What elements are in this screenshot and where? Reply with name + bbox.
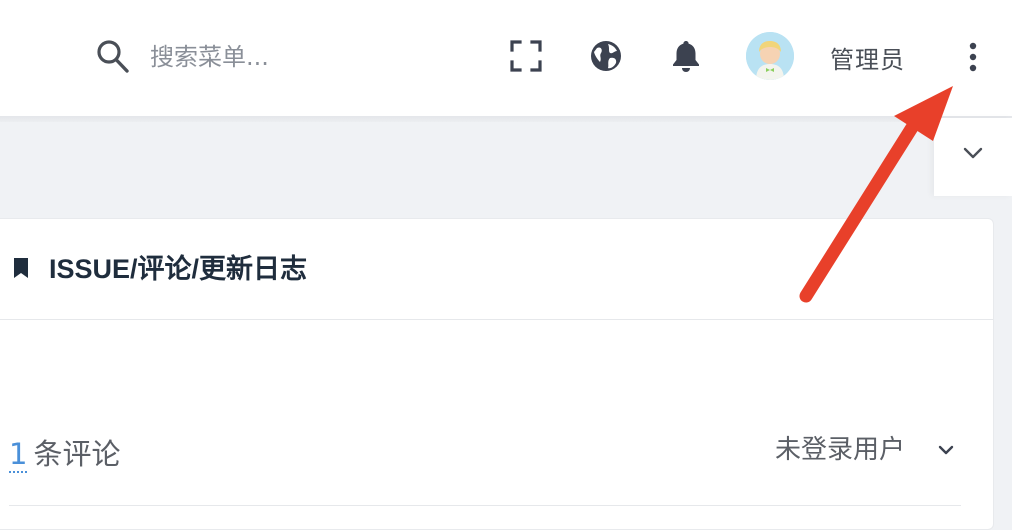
comments-divider <box>9 505 961 506</box>
top-header: 管理员 <box>0 0 1012 116</box>
globe-icon[interactable] <box>588 38 624 74</box>
chevron-down-icon <box>963 147 983 159</box>
comment-count-link[interactable]: 1 <box>9 437 28 473</box>
avatar-image <box>746 32 794 80</box>
tabs-bar <box>0 122 934 194</box>
changelog-card: ISSUE/评论/更新日志 1 条评论 未登录用户 <box>0 218 994 530</box>
card-header: ISSUE/评论/更新日志 <box>0 219 993 320</box>
chevron-down-icon[interactable] <box>937 445 955 457</box>
more-vertical-icon[interactable] <box>962 40 984 74</box>
card-title: ISSUE/评论/更新日志 <box>49 254 308 284</box>
login-user-dropdown[interactable]: 未登录用户 <box>775 429 905 466</box>
avatar[interactable] <box>746 32 794 80</box>
bookmark-icon <box>14 258 28 278</box>
comment-count-label: 条评论 <box>33 437 121 471</box>
comment-count: 1 条评论 <box>9 431 120 473</box>
search-input[interactable] <box>150 38 410 76</box>
user-name[interactable]: 管理员 <box>830 40 905 75</box>
search-icon[interactable] <box>96 38 130 74</box>
tabs-toggle-button[interactable] <box>934 118 1012 196</box>
bell-icon[interactable] <box>668 38 704 74</box>
fullscreen-icon[interactable] <box>508 38 544 74</box>
